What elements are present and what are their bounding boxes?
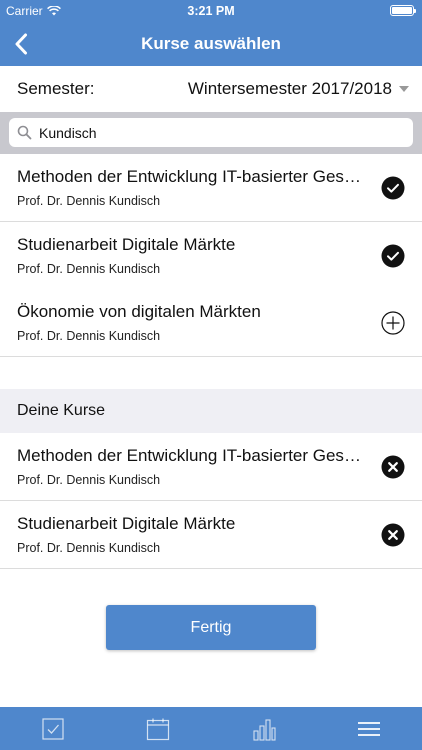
course-result-item[interactable]: Ökonomie von digitalen Märkten Prof. Dr.… bbox=[0, 289, 422, 357]
search-input[interactable] bbox=[39, 118, 399, 147]
course-lecturer: Prof. Dr. Dennis Kundisch bbox=[17, 262, 161, 276]
navigation-bar: Kurse auswählen bbox=[0, 22, 422, 66]
tab-calendar[interactable] bbox=[106, 707, 212, 750]
course-lecturer: Prof. Dr. Dennis Kundisch bbox=[17, 194, 161, 208]
checkmark-filled-icon[interactable] bbox=[381, 176, 405, 200]
course-title: Ökonomie von digitalen Märkten bbox=[17, 302, 261, 321]
tab-menu[interactable] bbox=[317, 707, 422, 750]
tab-courses[interactable] bbox=[0, 707, 106, 750]
bar-chart-icon bbox=[253, 718, 276, 741]
section-title: Deine Kurse bbox=[17, 402, 106, 419]
course-title: Studienarbeit Digitale Märkte bbox=[17, 235, 236, 254]
status-bar: Carrier 3:21 PM bbox=[0, 0, 422, 22]
remove-circle-icon[interactable] bbox=[381, 523, 405, 547]
semester-value[interactable]: Wintersemester 2017/2018 bbox=[188, 79, 392, 99]
course-title: Studienarbeit Digitale Märkte bbox=[17, 514, 236, 533]
search-field[interactable] bbox=[9, 118, 413, 147]
course-result-item[interactable]: Methoden der Entwicklung IT-basierter Ge… bbox=[0, 154, 422, 222]
chevron-left-icon bbox=[15, 33, 27, 55]
my-course-item[interactable]: Methoden der Entwicklung IT-basierter Ge… bbox=[0, 433, 422, 501]
course-title: Methoden der Entwicklung IT-basierter Ge… bbox=[17, 446, 369, 465]
tab-bar bbox=[0, 707, 422, 750]
my-courses-header: Deine Kurse bbox=[0, 389, 422, 433]
course-lecturer: Prof. Dr. Dennis Kundisch bbox=[17, 329, 161, 343]
page-title: Kurse auswählen bbox=[141, 34, 281, 53]
semester-label: Semester: bbox=[17, 79, 95, 98]
my-course-item[interactable]: Studienarbeit Digitale Märkte Prof. Dr. … bbox=[0, 501, 422, 569]
add-circle-icon[interactable] bbox=[381, 311, 405, 335]
menu-icon bbox=[358, 721, 381, 736]
back-button[interactable] bbox=[6, 29, 36, 59]
tab-statistics[interactable] bbox=[211, 707, 317, 750]
course-title: Methoden der Entwicklung IT-basierter Ge… bbox=[17, 167, 369, 186]
dropdown-caret-icon[interactable] bbox=[399, 86, 409, 92]
calendar-icon bbox=[147, 718, 170, 740]
remove-circle-icon[interactable] bbox=[381, 455, 405, 479]
status-time: 3:21 PM bbox=[187, 4, 235, 18]
course-lecturer: Prof. Dr. Dennis Kundisch bbox=[17, 541, 161, 555]
semester-selector[interactable]: Semester: Wintersemester 2017/2018 bbox=[0, 66, 422, 112]
checkbox-icon bbox=[42, 717, 64, 740]
search-icon bbox=[17, 125, 32, 140]
done-button[interactable]: Fertig bbox=[106, 605, 316, 650]
search-bar bbox=[0, 112, 422, 154]
checkmark-filled-icon[interactable] bbox=[381, 244, 405, 268]
battery-icon bbox=[390, 5, 416, 16]
course-result-item[interactable]: Studienarbeit Digitale Märkte Prof. Dr. … bbox=[0, 222, 422, 290]
course-lecturer: Prof. Dr. Dennis Kundisch bbox=[17, 473, 161, 487]
section-spacer bbox=[0, 357, 422, 389]
